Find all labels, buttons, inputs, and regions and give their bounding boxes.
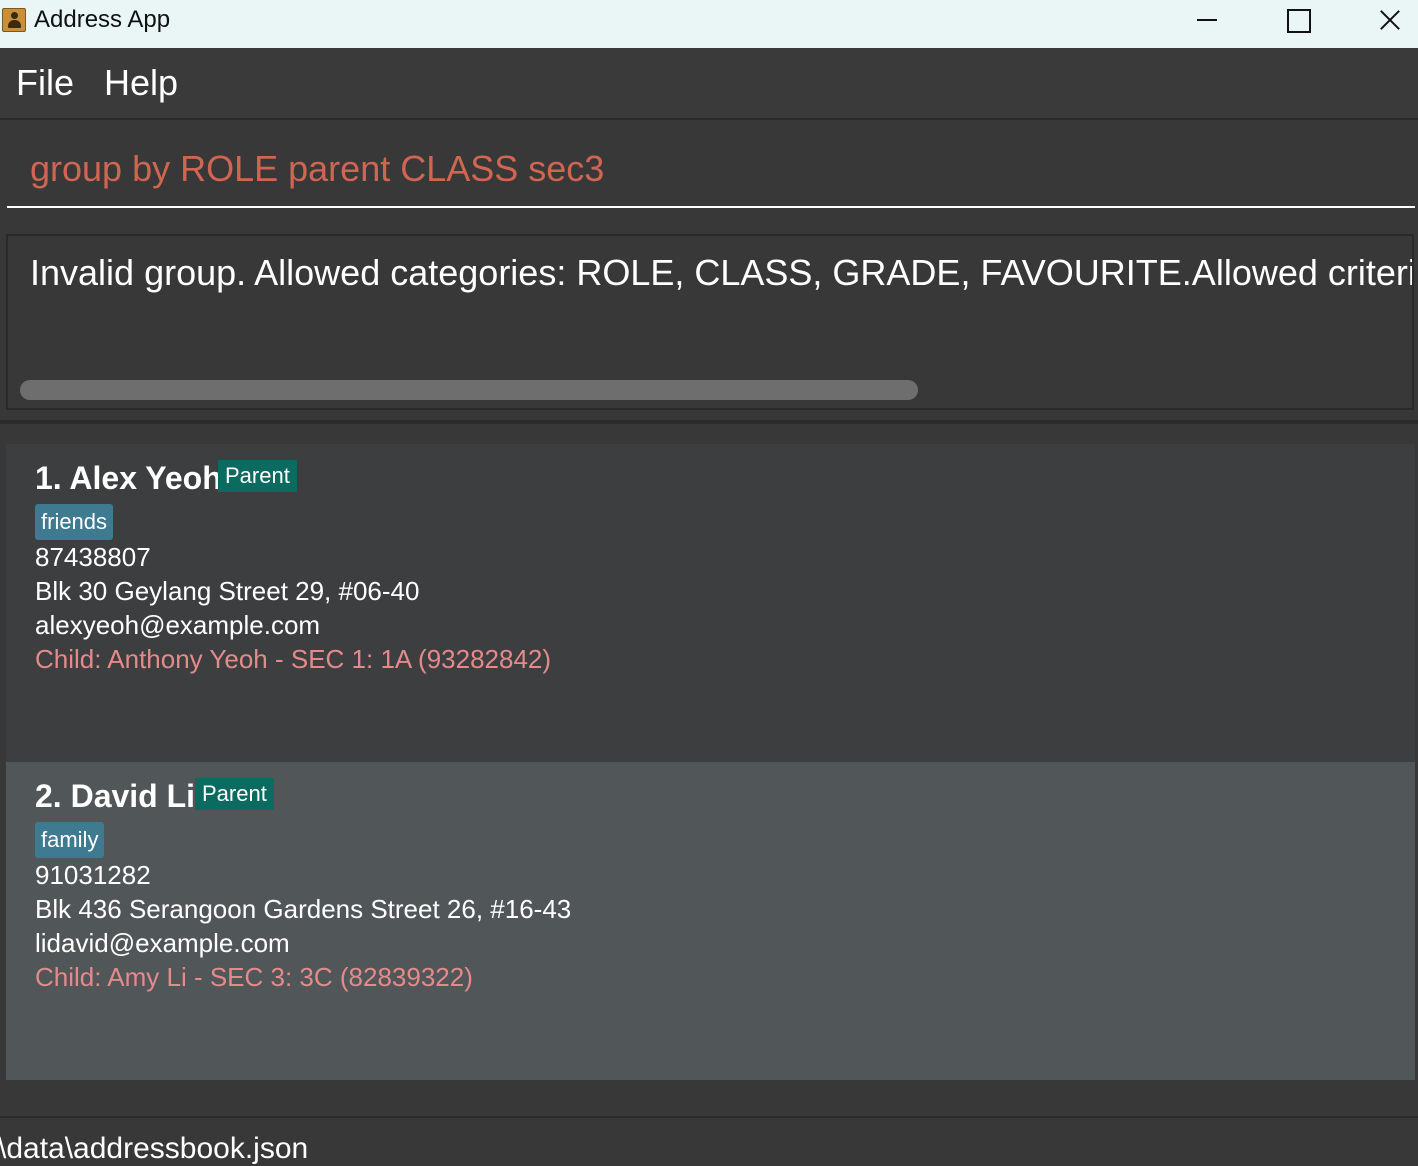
close-icon[interactable] (1344, 0, 1418, 40)
role-badge: Parent (218, 460, 297, 492)
person-phone: 91031282 (35, 860, 151, 890)
person-card[interactable]: 1. Alex Yeoh Parent friends 87438807 Blk… (6, 444, 1415, 762)
command-input-underline (7, 206, 1415, 208)
menu-help[interactable]: Help (104, 62, 178, 104)
person-name: 2. David Li (35, 778, 196, 814)
person-email: lidavid@example.com (35, 928, 290, 958)
person-phone: 87438807 (35, 542, 151, 572)
section-divider (0, 420, 1418, 424)
maximize-icon[interactable] (1252, 0, 1342, 40)
tag-label: friends (35, 504, 114, 540)
person-card-selected[interactable]: 2. David Li Parent family 91031282 Blk 4… (6, 762, 1415, 1080)
horizontal-scrollbar[interactable] (20, 380, 918, 400)
minimize-icon[interactable] (1162, 0, 1252, 40)
window-title: Address App (34, 6, 171, 33)
person-address: Blk 436 Serangoon Gardens Street 26, #16… (35, 894, 572, 924)
menu-file[interactable]: File (16, 62, 74, 104)
command-box[interactable]: group by ROLE parent CLASS sec3 (0, 122, 1418, 220)
result-display: Invalid group. Allowed categories: ROLE,… (6, 234, 1414, 410)
result-message: Invalid group. Allowed categories: ROLE,… (30, 252, 1412, 293)
title-bar: Address App (0, 0, 1418, 48)
address-book-icon (2, 8, 26, 32)
person-child: Child: Anthony Yeoh - SEC 1: 1A (9328284… (35, 644, 552, 674)
person-name: 1. Alex Yeoh (35, 460, 222, 496)
status-bar: \data\addressbook.json (0, 1116, 1418, 1166)
person-address: Blk 30 Geylang Street 29, #06-40 (35, 576, 420, 606)
save-file-path: \data\addressbook.json (0, 1132, 309, 1165)
role-badge: Parent (195, 778, 274, 810)
command-input[interactable]: group by ROLE parent CLASS sec3 (30, 148, 604, 190)
tag-label: family (35, 822, 105, 858)
menu-bar: File Help (0, 48, 1418, 120)
person-email: alexyeoh@example.com (35, 610, 321, 640)
person-child: Child: Amy Li - SEC 3: 3C (82839322) (35, 962, 473, 992)
